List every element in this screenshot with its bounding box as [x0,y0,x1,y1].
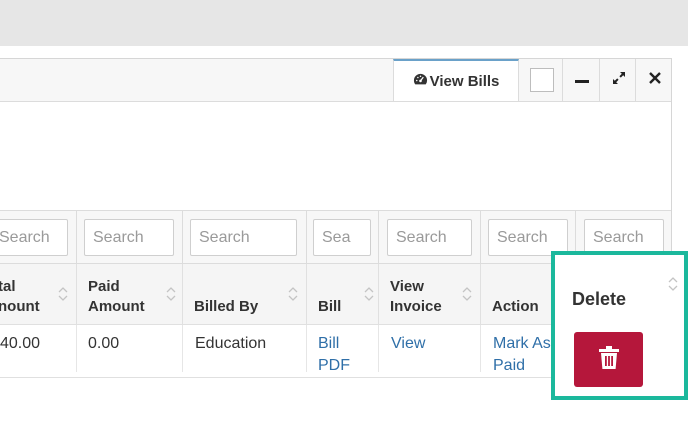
header-label: Billed By [194,298,259,315]
sort-icon [462,287,472,301]
header-line: Invoice [390,298,442,315]
column-divider [306,264,307,324]
view-invoice-link[interactable]: View [391,333,425,355]
column-divider [306,211,307,265]
search-input-view-invoice[interactable] [387,219,472,256]
column-divider [76,264,77,324]
panel-header: View Bills [0,59,671,102]
expand-icon [612,71,626,90]
column-header-total-amount[interactable]: tal nount [0,264,76,324]
trash-icon [598,346,620,373]
sort-icon [166,287,176,301]
sort-icon [288,287,298,301]
tab-view-bills[interactable]: View Bills [393,59,519,101]
column-header-delete: Delete [572,289,627,309]
column-divider [76,211,77,265]
column-header-paid-amount[interactable]: Paid Amount [78,264,182,324]
minimize-icon [574,71,589,89]
link-line: Paid [493,357,526,374]
column-divider [480,325,481,372]
column-header-view-invoice[interactable]: View Invoice [380,264,480,324]
cell-total-amount: 40.00 [0,335,41,352]
column-divider [182,325,183,372]
cell-billed-by: Education [195,335,267,352]
column-divider [182,211,183,265]
header-line: Paid [88,278,120,295]
search-input-paid-amount[interactable] [84,219,174,256]
sort-icon [668,277,678,291]
close-button[interactable] [635,59,673,101]
header-label: Bill [318,298,342,315]
link-line: PDF [318,357,350,374]
top-band [0,0,688,46]
link-line: Bill [318,335,340,352]
column-divider [182,264,183,324]
close-icon [648,71,661,89]
column-divider [378,264,379,324]
header-label: Action [492,298,539,315]
bill-pdf-link[interactable]: Bill PDF [318,333,350,377]
dashboard-icon [413,72,428,91]
column-divider [306,325,307,372]
link-line: Mark As [493,335,551,352]
panel-checkbox[interactable] [530,68,554,92]
column-divider [76,325,77,372]
search-input-billed-by[interactable] [190,219,297,256]
header-line: nount [0,298,40,315]
column-divider [480,211,481,265]
search-input-bill[interactable] [313,219,371,256]
minimize-button[interactable] [562,59,600,101]
mark-as-paid-link[interactable]: Mark As Paid [493,333,551,377]
cell-paid-amount: 0.00 [88,335,120,352]
sort-icon [58,287,68,301]
tab-label: View Bills [429,72,500,90]
search-input-total-amount[interactable] [0,219,68,256]
column-header-billed-by[interactable]: Billed By [184,264,306,324]
row-divider [0,377,560,378]
column-header-bill[interactable]: Bill [308,264,378,324]
column-divider [480,264,481,324]
header-line: View [390,278,424,295]
expand-button[interactable] [599,59,637,101]
delete-button[interactable] [574,332,643,387]
column-divider [378,325,379,372]
header-line: tal [0,278,16,295]
sort-icon [364,287,374,301]
header-line: Amount [88,298,145,315]
column-divider [378,211,379,265]
